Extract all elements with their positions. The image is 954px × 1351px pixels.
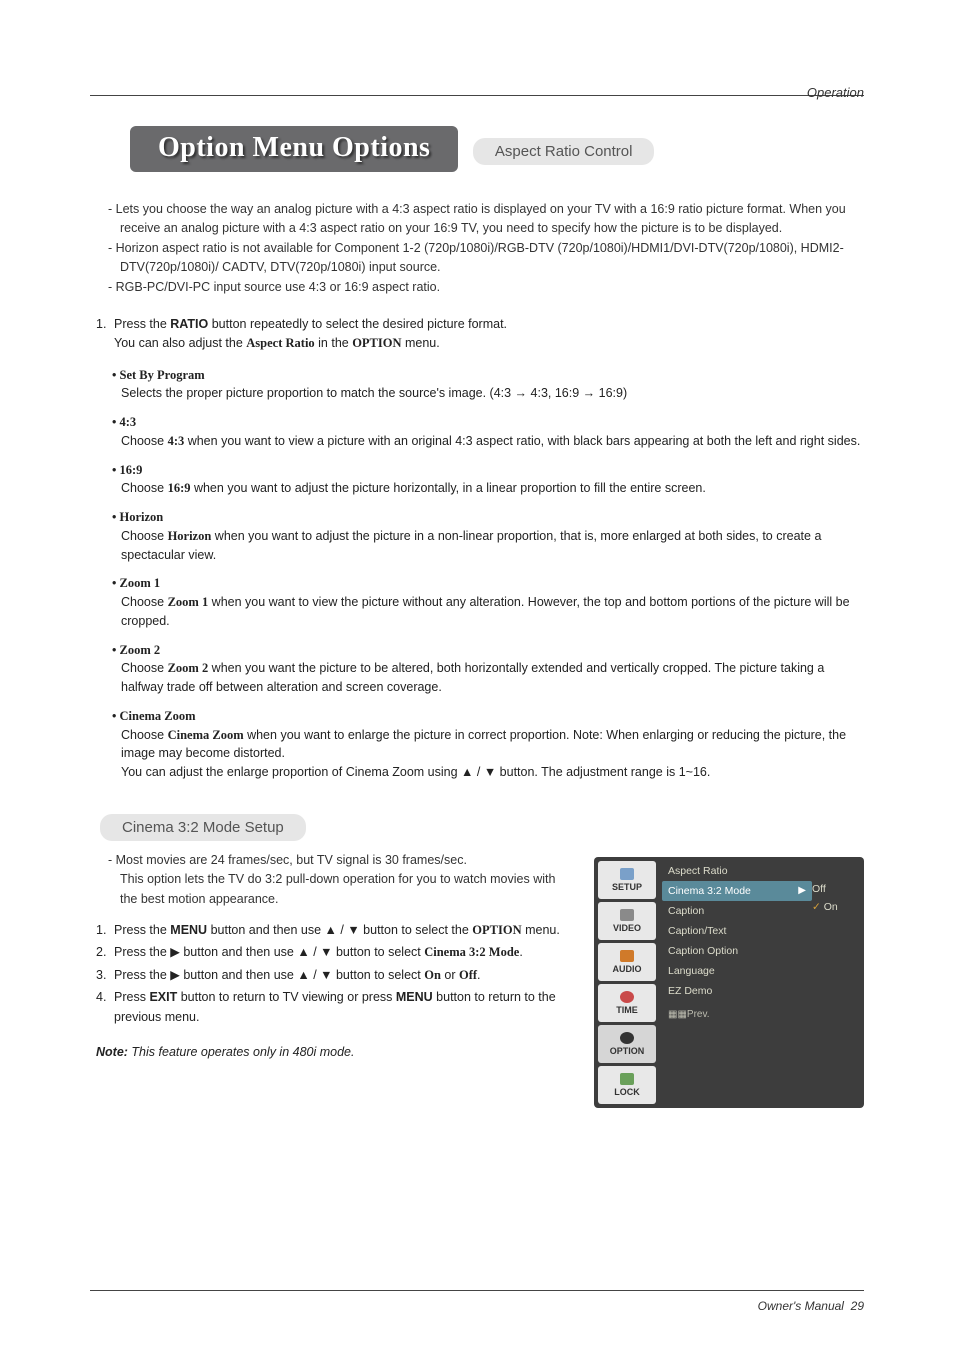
t: menu. <box>402 336 440 350</box>
opt-16-9: 16:9 Choose 16:9 when you want to adjust… <box>112 461 864 499</box>
opt-heading: 16:9 <box>112 461 864 480</box>
opt-body: Choose Horizon when you want to adjust t… <box>112 527 864 565</box>
note-text: This feature operates only in 480i mode. <box>128 1045 355 1059</box>
t: Press the <box>114 317 170 331</box>
opt-heading: Zoom 2 <box>112 641 864 660</box>
audio-icon <box>620 950 634 962</box>
opt-body: Choose 16:9 when you want to adjust the … <box>112 479 864 498</box>
opt-zoom1: Zoom 1 Choose Zoom 1 when you want to vi… <box>112 574 864 630</box>
osd-row-language: Language <box>662 961 812 981</box>
step-text: Press the RATIO button repeatedly to sel… <box>114 315 864 354</box>
t: RATIO <box>170 317 208 331</box>
cinema-note-1: Most movies are 24 frames/sec, but TV si… <box>96 851 576 909</box>
opt-body: Selects the proper picture proportion to… <box>112 384 864 403</box>
osd-row-ezdemo: EZ Demo <box>662 981 812 1001</box>
t: You can also adjust the <box>114 336 246 350</box>
aspect-note-3: RGB-PC/DVI-PC input source use 4:3 or 16… <box>96 278 864 297</box>
aspect-note-1: Lets you choose the way an analog pictur… <box>96 200 864 239</box>
opt-zoom2: Zoom 2 Choose Zoom 2 when you want the p… <box>112 641 864 697</box>
opt-body: Choose Zoom 2 when you want the picture … <box>112 659 864 697</box>
aspect-options: Set By Program Selects the proper pictur… <box>112 366 864 782</box>
opt-heading: 4:3 <box>112 413 864 432</box>
opt-body: Choose Zoom 1 when you want to view the … <box>112 593 864 631</box>
footer-label: Owner's Manual <box>758 1299 844 1313</box>
opt-body: Choose Cinema Zoom when you want to enla… <box>112 726 864 764</box>
opt-4-3: 4:3 Choose 4:3 when you want to view a p… <box>112 413 864 451</box>
osd-tab-option: OPTION <box>598 1025 656 1063</box>
osd-value-on: ✓ On <box>812 901 860 913</box>
osd-row-caption: Caption <box>662 901 812 921</box>
osd-values: Off ✓ On <box>812 861 860 1104</box>
step-text: Press EXIT button to return to TV viewin… <box>114 988 576 1027</box>
note: Note: This feature operates only in 480i… <box>96 1045 576 1059</box>
osd-body: Aspect Ratio Cinema 3:2 Mode▶ Caption Ca… <box>656 861 812 1104</box>
osd-tabs: SETUP VIDEO AUDIO TIME OPTION LOCK <box>598 861 656 1104</box>
divider-top <box>90 95 864 96</box>
t: in the <box>315 336 353 350</box>
osd-row-aspect: Aspect Ratio <box>662 861 812 881</box>
note-label: Note: <box>96 1045 128 1059</box>
aspect-notes: Lets you choose the way an analog pictur… <box>96 200 864 297</box>
opt-horizon: Horizon Choose Horizon when you want to … <box>112 508 864 564</box>
opt-heading: Horizon <box>112 508 864 527</box>
step-number: 1. <box>96 315 114 354</box>
divider-bottom <box>90 1290 864 1291</box>
osd-tab-setup: SETUP <box>598 861 656 899</box>
opt-set-by-program: Set By Program Selects the proper pictur… <box>112 366 864 404</box>
page-number: 29 <box>851 1299 864 1313</box>
section-label: Operation <box>807 85 864 100</box>
page-footer: Owner's Manual 29 <box>758 1299 864 1313</box>
opt-heading: Set By Program <box>112 366 864 385</box>
osd-row-captiontext: Caption/Text <box>662 921 812 941</box>
aspect-note-2: Horizon aspect ratio is not available fo… <box>96 239 864 278</box>
opt-heading: Cinema Zoom <box>112 707 864 726</box>
osd-tab-audio: AUDIO <box>598 943 656 981</box>
opt-body: Choose 4:3 when you want to view a pictu… <box>112 432 864 451</box>
t: OPTION <box>352 336 401 350</box>
check-icon: ✓ <box>812 901 821 913</box>
heading-aspect-ratio: Aspect Ratio Control <box>473 138 655 165</box>
osd-tab-lock: LOCK <box>598 1066 656 1104</box>
chevron-right-icon: ▶ <box>798 885 806 896</box>
step-text: Press the MENU button and then use ▲ / ▼… <box>114 921 576 940</box>
cinema-notes: Most movies are 24 frames/sec, but TV si… <box>96 851 576 909</box>
t: Aspect Ratio <box>246 336 314 350</box>
gear-icon <box>620 1032 634 1044</box>
step-text: Press the ▶ button and then use ▲ / ▼ bu… <box>114 966 576 985</box>
osd-menu-screenshot: SETUP VIDEO AUDIO TIME OPTION LOCK Aspec… <box>594 857 864 1108</box>
clock-icon <box>620 991 634 1003</box>
cinema-steps: 1.Press the MENU button and then use ▲ /… <box>96 921 576 1027</box>
opt-cinema-zoom: Cinema Zoom Choose Cinema Zoom when you … <box>112 707 864 782</box>
osd-row-captionoption: Caption Option <box>662 941 812 961</box>
osd-value-off: Off <box>812 883 860 895</box>
opt-heading: Zoom 1 <box>112 574 864 593</box>
aspect-steps: 1. Press the RATIO button repeatedly to … <box>96 315 864 354</box>
lock-icon <box>620 1073 634 1085</box>
osd-row-cinema32: Cinema 3:2 Mode▶ <box>662 881 812 901</box>
t: button repeatedly to select the desired … <box>208 317 507 331</box>
heading-cinema-32: Cinema 3:2 Mode Setup <box>100 814 306 841</box>
osd-tab-video: VIDEO <box>598 902 656 940</box>
wrench-icon <box>620 868 634 880</box>
step-text: Press the ▶ button and then use ▲ / ▼ bu… <box>114 943 576 962</box>
opt-body2: You can adjust the enlarge proportion of… <box>112 763 864 782</box>
osd-tab-time: TIME <box>598 984 656 1022</box>
osd-footer: ▦▦Prev. <box>662 1005 812 1024</box>
video-icon <box>620 909 634 921</box>
page-title: Option Menu Options <box>130 126 458 172</box>
